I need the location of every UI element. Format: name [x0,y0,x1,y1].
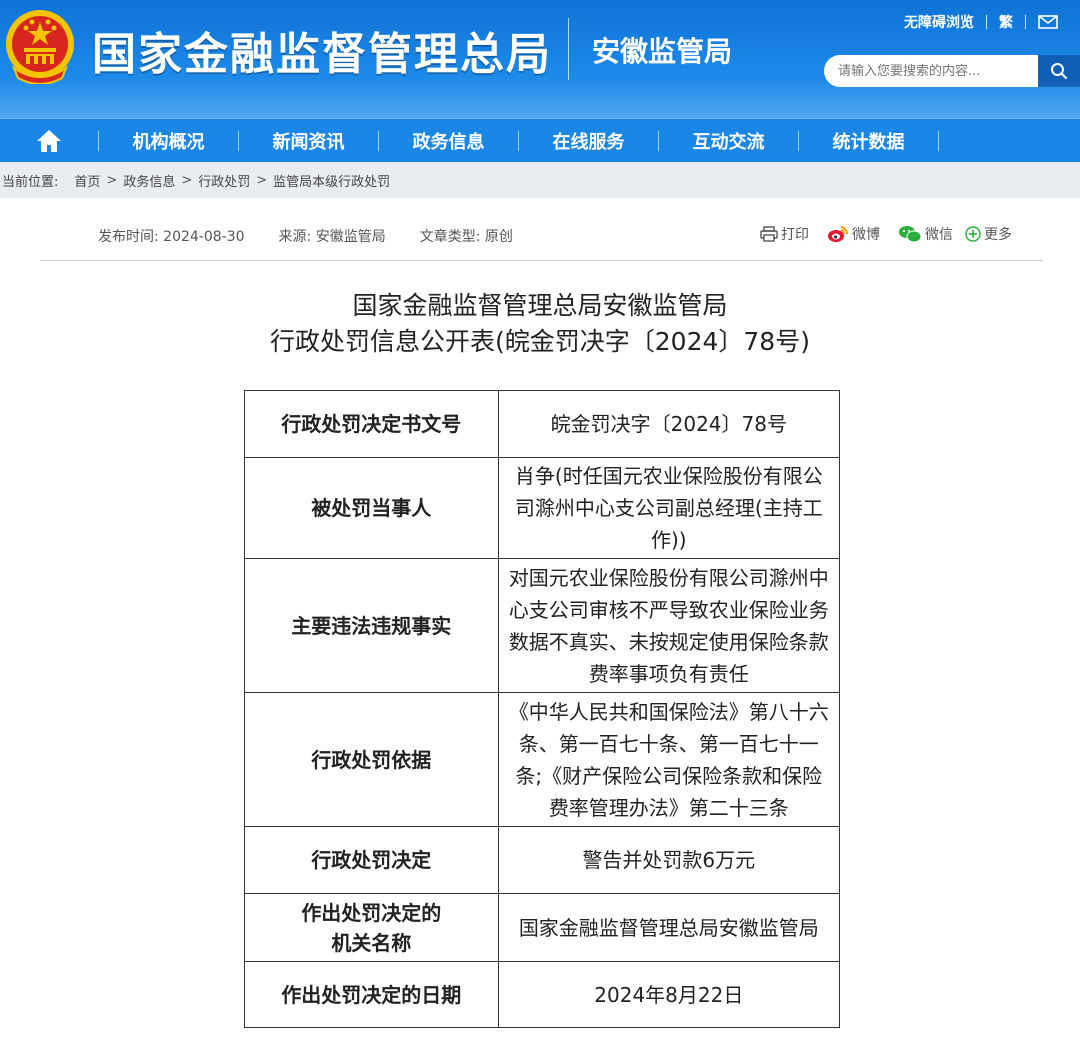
nav-item-interaction[interactable]: 互动交流 [659,119,798,163]
document-title-line2: 行政处罚信息公开表(皖金罚决字〔2024〕78号) [270,327,810,356]
table-key-cell: 主要违法违规事实 [244,558,499,693]
table-key-cell: 行政处罚依据 [244,692,499,827]
nav-item-statistics[interactable]: 统计数据 [799,119,938,163]
breadcrumb-home[interactable]: 首页 [74,171,100,190]
nav-item-online-service[interactable]: 在线服务 [519,119,658,163]
nav-divider [938,130,939,151]
table-value-cell: 肖争(时任国元农业保险股份有限公司滁州中心支公司副总经理(主持工作)) [497,457,841,559]
nav-item-news[interactable]: 新闻资讯 [239,119,378,163]
breadcrumb-local-penalty[interactable]: 监管局本级行政处罚 [273,171,390,190]
table-value-cell: 对国元农业保险股份有限公司滁州中心支公司审核不严导致农业保险业务数据不真实、未按… [497,558,841,693]
plus-icon [965,226,981,242]
breadcrumb-government-info[interactable]: 政务信息 [123,171,175,190]
breadcrumb-penalty[interactable]: 行政处罚 [198,171,250,190]
link-divider [1025,15,1026,29]
main-nav: 机构概况 新闻资讯 政务信息 在线服务 互动交流 统计数据 [0,118,1080,162]
table-row: 行政处罚决定 警告并处罚款6万元 [244,826,841,894]
breadcrumb: 当前位置: 首页 > 政务信息 > 行政处罚 > 监管局本级行政处罚 [0,162,1080,198]
weibo-label: 微博 [852,227,880,243]
nav-home[interactable] [0,119,98,163]
breadcrumb-arrow-icon: > [106,172,118,188]
nav-item-institution[interactable]: 机构概况 [99,119,238,163]
search-box [824,55,1080,87]
top-links: 无障碍浏览 繁 [904,12,1058,32]
table-value-cell: 2024年8月22日 [497,961,841,1028]
table-row: 被处罚当事人 肖争(时任国元农业保险股份有限公司滁州中心支公司副总经理(主持工作… [244,457,841,559]
publish-time: 发布时间: 2024-08-30 [98,229,245,245]
table-key-cell: 被处罚当事人 [244,457,499,559]
weibo-share-button[interactable]: 微博 [827,224,880,244]
table-value-cell: 皖金罚决字〔2024〕78号 [497,390,841,458]
printer-icon [760,226,778,242]
content-divider [40,260,1043,261]
site-header: 国家金融监督管理总局 安徽监管局 无障碍浏览 繁 [0,0,1080,118]
accessibility-link[interactable]: 无障碍浏览 [904,12,974,32]
article-meta: 发布时间: 2024-08-30 来源: 安徽监管局 文章类型: 原创 [98,226,547,246]
wechat-label: 微信 [925,227,953,243]
document-title-line1: 国家金融监督管理总局安徽监管局 [352,291,728,320]
article-type: 文章类型: 原创 [419,229,513,245]
table-value-cell: 《中华人民共和国保险法》第八十六条、第一百七十条、第一百七十一条;《财产保险公司… [497,692,841,827]
home-icon [37,129,61,152]
site-title: 国家金融监督管理总局 [92,29,552,80]
penalty-info-table: 行政处罚决定书文号 皖金罚决字〔2024〕78号 被处罚当事人 肖争(时任国元农… [244,390,841,1028]
search-button[interactable] [1038,55,1080,87]
table-value-cell: 警告并处罚款6万元 [497,826,841,894]
document-title: 国家金融监督管理总局安徽监管局 行政处罚信息公开表(皖金罚决字〔2024〕78号… [0,288,1080,360]
sub-site-title: 安徽监管局 [592,35,733,68]
wechat-icon [899,226,922,243]
print-label: 打印 [781,227,809,243]
table-key-cell: 行政处罚决定 [244,826,499,894]
search-icon [1051,63,1068,80]
table-row: 主要违法违规事实 对国元农业保险股份有限公司滁州中心支公司审核不严导致农业保险业… [244,558,841,693]
breadcrumb-arrow-icon: > [181,172,193,188]
breadcrumb-label: 当前位置: [2,174,59,190]
table-key-cell: 作出处罚决定的机关名称 [244,893,499,962]
more-share-button[interactable]: 更多 [965,224,1012,244]
nav-item-government-info[interactable]: 政务信息 [379,119,518,163]
print-button[interactable]: 打印 [760,224,809,244]
weibo-icon [828,226,849,242]
more-label: 更多 [984,227,1012,243]
article-source: 来源: 安徽监管局 [278,229,386,245]
wechat-share-button[interactable]: 微信 [898,224,953,244]
traditional-chinese-link[interactable]: 繁 [999,12,1013,32]
national-emblem-icon [6,10,74,84]
table-value-cell: 国家金融监督管理总局安徽监管局 [497,893,841,962]
table-key-cell: 行政处罚决定书文号 [244,390,499,458]
table-row: 作出处罚决定的日期 2024年8月22日 [244,961,841,1028]
mail-icon[interactable] [1038,15,1058,29]
article-content: 发布时间: 2024-08-30 来源: 安徽监管局 文章类型: 原创 打印 微… [0,198,1080,1057]
title-divider [568,18,569,80]
breadcrumb-arrow-icon: > [256,172,268,188]
table-row: 行政处罚决定书文号 皖金罚决字〔2024〕78号 [244,390,841,458]
table-row: 行政处罚依据 《中华人民共和国保险法》第八十六条、第一百七十条、第一百七十一条;… [244,692,841,827]
table-key-cell: 作出处罚决定的日期 [244,961,499,1028]
share-bar: 打印 微博 微信 更多 [760,224,1022,244]
search-input[interactable] [824,55,1038,87]
table-row: 作出处罚决定的机关名称 国家金融监督管理总局安徽监管局 [244,893,841,962]
link-divider [986,15,987,29]
